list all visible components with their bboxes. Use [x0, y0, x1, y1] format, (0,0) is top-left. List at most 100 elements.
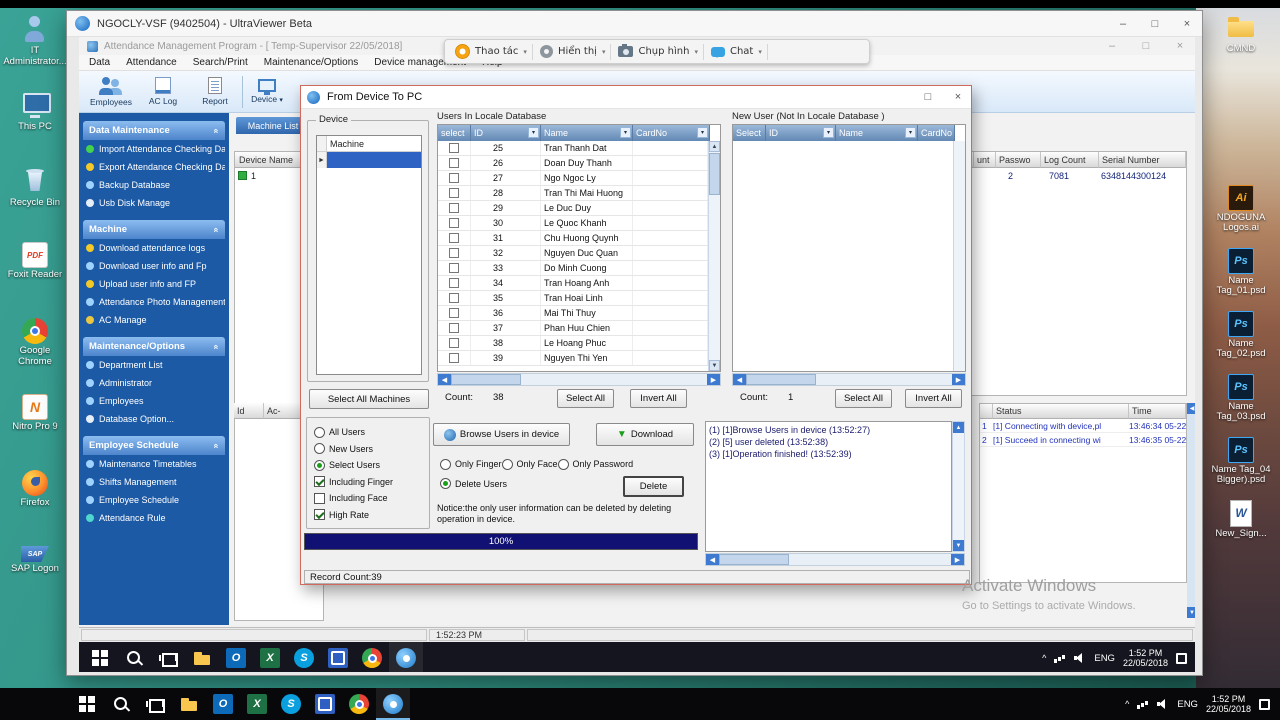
collapse-chevron-icon[interactable]: «	[211, 128, 221, 133]
sidebar-item[interactable]: Department List	[83, 356, 225, 374]
scrollbar-thumb[interactable]	[451, 374, 521, 385]
scroll-up-button[interactable]: ▲	[709, 141, 720, 152]
scroll-right-button[interactable]: ▶	[707, 374, 720, 385]
maximize-button[interactable]: □	[1139, 40, 1153, 52]
desktop-icon[interactable]: Ps Name Tag_03.psd	[1205, 373, 1277, 423]
filter-dropdown-icon[interactable]: ▾	[697, 127, 708, 138]
volume-icon[interactable]	[1157, 699, 1169, 709]
select-all-button[interactable]: Select All	[835, 389, 892, 408]
network-icon[interactable]	[1054, 653, 1066, 663]
delete-option[interactable]: Only Face	[501, 457, 558, 471]
name-column-header[interactable]: Name ▾	[836, 125, 918, 141]
menu-item[interactable]: Search/Print	[185, 57, 256, 68]
user-row[interactable]: 29 Le Duc Duy	[438, 201, 708, 216]
file-explorer-icon[interactable]	[172, 688, 206, 720]
ultraviewer-toolbar-item[interactable]: Chat ▾	[710, 43, 768, 60]
row-checkbox[interactable]	[449, 278, 459, 288]
sidebar-item[interactable]: Upload user info and FP	[83, 275, 225, 293]
user-row[interactable]: 27 Ngo Ngoc Ly	[438, 171, 708, 186]
tab-machine-list[interactable]: Machine List	[236, 117, 310, 134]
scroll-right-button[interactable]: ▶	[951, 554, 964, 565]
scrollbar-track[interactable]	[719, 554, 951, 565]
sidebar-item[interactable]: Download attendance logs	[83, 239, 225, 257]
row-checkbox[interactable]	[449, 308, 459, 318]
id-column-header[interactable]: Id	[234, 403, 264, 419]
select-all-machines-button[interactable]: Select All Machines	[309, 389, 429, 409]
sidebar-item[interactable]: Usb Disk Manage	[83, 194, 225, 212]
sidebar-item[interactable]: Attendance Rule	[83, 509, 225, 527]
sidebar-group-header[interactable]: Data Maintenance «	[83, 121, 225, 140]
sidebar-item[interactable]: Employee Schedule	[83, 491, 225, 509]
scroll-left-button[interactable]: ◀	[438, 374, 451, 385]
tray-expand-icon[interactable]: ^	[1042, 653, 1046, 663]
task-view-button[interactable]	[151, 642, 185, 672]
toolbar-button[interactable]: Report ▾	[189, 72, 241, 112]
excel-icon[interactable]: X	[253, 642, 287, 672]
filter-option[interactable]: Including Face	[314, 490, 426, 507]
sidebar-item[interactable]: Backup Database	[83, 176, 225, 194]
user-row[interactable]: 31 Chu Huong Quynh	[438, 231, 708, 246]
desktop-icon[interactable]: Ps Name Tag_02.psd	[1205, 310, 1277, 360]
browse-users-button[interactable]: Browse Users in device	[433, 423, 570, 446]
start-button[interactable]	[70, 688, 104, 720]
desktop-icon[interactable]: Google Chrome	[6, 318, 64, 382]
select-all-button[interactable]: Select All	[557, 389, 614, 408]
user-row[interactable]: 30 Le Quoc Khanh	[438, 216, 708, 231]
ultraviewer-toolbar-item[interactable]: Thao tác ▾	[455, 43, 533, 60]
invert-all-button[interactable]: Invert All	[905, 389, 962, 408]
sidebar-group-header[interactable]: Employee Schedule «	[83, 436, 225, 455]
chrome-icon[interactable]	[342, 688, 376, 720]
filter-control[interactable]	[314, 459, 325, 471]
user-row[interactable]: 25 Tran Thanh Dat	[438, 141, 708, 156]
scrollbar-thumb[interactable]	[709, 153, 720, 195]
select-column-header[interactable]: Select	[733, 125, 766, 141]
scroll-down-button[interactable]: ▼	[953, 540, 964, 551]
sidebar-item[interactable]: Attendance Photo Management	[83, 293, 225, 311]
delete-option[interactable]: Only Finger	[440, 457, 502, 471]
app-icon[interactable]	[308, 688, 342, 720]
volume-icon[interactable]	[1074, 653, 1086, 663]
filter-option[interactable]: All Users	[314, 424, 426, 441]
skype-icon[interactable]: S	[287, 642, 321, 672]
horizontal-scrollbar[interactable]: ◀ ▶	[705, 553, 965, 566]
file-explorer-icon[interactable]	[185, 642, 219, 672]
cardno-column-header[interactable]: CardNo	[918, 125, 955, 141]
user-row[interactable]: 39 Nguyen Thi Yen	[438, 351, 708, 366]
menu-item[interactable]: Data	[81, 57, 118, 68]
ultraviewer-titlebar[interactable]: NGOCLY-VSF (9402504) - UltraViewer Beta …	[67, 11, 1202, 37]
language-indicator[interactable]: ENG	[1177, 699, 1198, 710]
time-column-header[interactable]: Time	[1129, 404, 1186, 419]
filter-dropdown-icon[interactable]: ▾	[905, 127, 916, 138]
radio-control[interactable]	[440, 478, 451, 489]
delete-button[interactable]: Delete	[623, 476, 684, 497]
cardno-column-header[interactable]: CardNo ▾	[633, 125, 710, 141]
start-button[interactable]	[83, 642, 117, 672]
scroll-left-button[interactable]: ◀	[1187, 403, 1195, 414]
skype-icon[interactable]: S	[274, 688, 308, 720]
minimize-button[interactable]: –	[1116, 18, 1130, 30]
password-column-header[interactable]: Passwo	[996, 152, 1041, 168]
desktop-icon[interactable]: This PC	[6, 90, 64, 154]
sidebar-group-header[interactable]: Maintenance/Options «	[83, 337, 225, 356]
user-row[interactable]: 37 Phan Huu Chien	[438, 321, 708, 336]
filter-option[interactable]: New Users	[314, 441, 426, 458]
sidebar-item[interactable]: Export Attendance Checking Data	[83, 158, 225, 176]
user-row[interactable]: 26 Doan Duy Thanh	[438, 156, 708, 171]
scrollbar-track[interactable]	[746, 374, 952, 385]
close-button[interactable]: ×	[1180, 18, 1194, 30]
row-checkbox[interactable]	[449, 323, 459, 333]
clock[interactable]: 1:52 PM 22/05/2018	[1206, 694, 1251, 714]
log-count-column-header[interactable]: Log Count	[1041, 152, 1099, 168]
menu-item[interactable]: Attendance	[118, 57, 185, 68]
desktop-icon[interactable]: W New_Sign...	[1205, 499, 1277, 540]
vertical-scrollbar[interactable]	[953, 141, 965, 371]
scroll-left-button[interactable]: ◀	[706, 554, 719, 565]
filter-control[interactable]	[314, 443, 325, 455]
scrollbar-thumb[interactable]	[746, 374, 816, 385]
horizontal-scrollbar[interactable]: ◀ ▶	[732, 373, 966, 386]
filter-control[interactable]	[314, 509, 325, 521]
horizontal-scrollbar[interactable]: ◀ ▶	[437, 373, 721, 386]
desktop-icon[interactable]: CMND	[1205, 12, 1277, 55]
user-row[interactable]: 38 Le Hoang Phuc	[438, 336, 708, 351]
maximize-button[interactable]: □	[921, 91, 935, 103]
